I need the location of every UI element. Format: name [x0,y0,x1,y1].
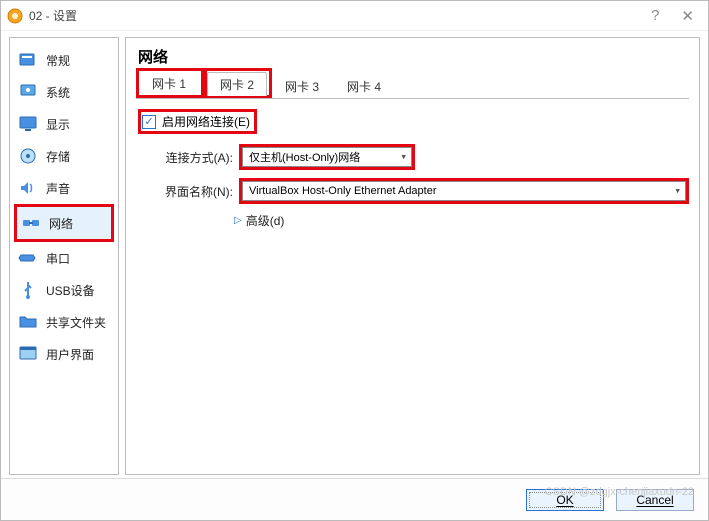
settings-window: 02 - 设置 ? ✕ 常规 系统 显示 存储 [0,0,709,521]
attached-highlight: 仅主机(Host-Only)网络 [239,144,415,170]
tab-highlight-2: 网卡 2 [204,68,272,98]
category-sidebar: 常规 系统 显示 存储 声音 网络 [9,37,119,475]
tab-highlight-1: 网卡 1 [136,68,204,98]
sidebar-item-label: 系统 [46,84,70,101]
sidebar-item-network[interactable]: 网络 [14,204,114,242]
chevron-right-icon: ▷ [234,215,242,226]
attached-to-value: 仅主机(Host-Only)网络 [249,149,360,165]
sidebar-item-label: 显示 [46,116,70,133]
settings-panel: 网络 网卡 1 网卡 2 网卡 3 网卡 4 ✓ 启用网络连接(E) [125,37,700,475]
adapter-form: ✓ 启用网络连接(E) 连接方式(A): 仅主机(Host-Only)网络 界面… [136,99,689,229]
attached-to-select[interactable]: 仅主机(Host-Only)网络 [242,147,412,167]
sidebar-item-serial[interactable]: 串口 [14,242,114,274]
serial-icon [18,248,38,268]
usb-icon [18,280,38,300]
page-title: 网络 [138,46,689,67]
audio-icon [18,178,38,198]
close-button[interactable]: ✕ [681,7,694,25]
cancel-button[interactable]: Cancel [616,489,694,511]
adapter-name-label: 界面名称(N): [138,183,233,200]
sidebar-item-system[interactable]: 系统 [14,76,114,108]
tab-adapter-2[interactable]: 网卡 2 [207,72,267,96]
enable-network-checkbox[interactable]: ✓ [142,115,156,129]
network-icon [21,213,41,233]
folder-icon [18,312,38,332]
tab-adapter-1[interactable]: 网卡 1 [139,71,199,95]
name-highlight: VirtualBox Host-Only Ethernet Adapter [239,178,689,204]
ui-icon [18,344,38,364]
dialog-body: 常规 系统 显示 存储 声音 网络 [1,31,708,475]
help-button[interactable]: ? [651,7,659,25]
advanced-label: 高级(d) [246,212,285,229]
sidebar-item-label: 网络 [49,215,73,232]
dialog-footer: OK Cancel [1,478,708,520]
sidebar-item-label: 共享文件夹 [46,314,106,331]
sidebar-item-label: 串口 [46,250,70,267]
sidebar-item-general[interactable]: 常规 [14,44,114,76]
system-icon [18,82,38,102]
storage-icon [18,146,38,166]
sidebar-item-ui[interactable]: 用户界面 [14,338,114,370]
sidebar-item-label: USB设备 [46,282,95,299]
tab-adapter-3[interactable]: 网卡 3 [272,74,332,98]
tab-adapter-4[interactable]: 网卡 4 [334,74,394,98]
enable-network-label: 启用网络连接(E) [162,113,250,130]
sidebar-item-label: 用户界面 [46,346,94,363]
ok-button[interactable]: OK [526,489,604,511]
adapter-name-select[interactable]: VirtualBox Host-Only Ethernet Adapter [242,181,686,201]
titlebar: 02 - 设置 ? ✕ [1,1,708,31]
adapter-name-value: VirtualBox Host-Only Ethernet Adapter [249,185,437,197]
sidebar-item-label: 声音 [46,180,70,197]
sidebar-item-audio[interactable]: 声音 [14,172,114,204]
sidebar-item-label: 存储 [46,148,70,165]
sidebar-item-storage[interactable]: 存储 [14,140,114,172]
sidebar-item-display[interactable]: 显示 [14,108,114,140]
window-title: 02 - 设置 [29,7,77,24]
sidebar-item-label: 常规 [46,52,70,69]
sidebar-item-usb[interactable]: USB设备 [14,274,114,306]
display-icon [18,114,38,134]
window-controls: ? ✕ [651,7,702,25]
app-icon [7,8,23,24]
advanced-toggle[interactable]: ▷ 高级(d) [234,212,689,229]
adapter-tabs: 网卡 1 网卡 2 网卡 3 网卡 4 [136,75,689,99]
general-icon [18,50,38,70]
sidebar-item-shared[interactable]: 共享文件夹 [14,306,114,338]
attached-to-label: 连接方式(A): [138,149,233,166]
enable-highlight: ✓ 启用网络连接(E) [138,109,257,134]
